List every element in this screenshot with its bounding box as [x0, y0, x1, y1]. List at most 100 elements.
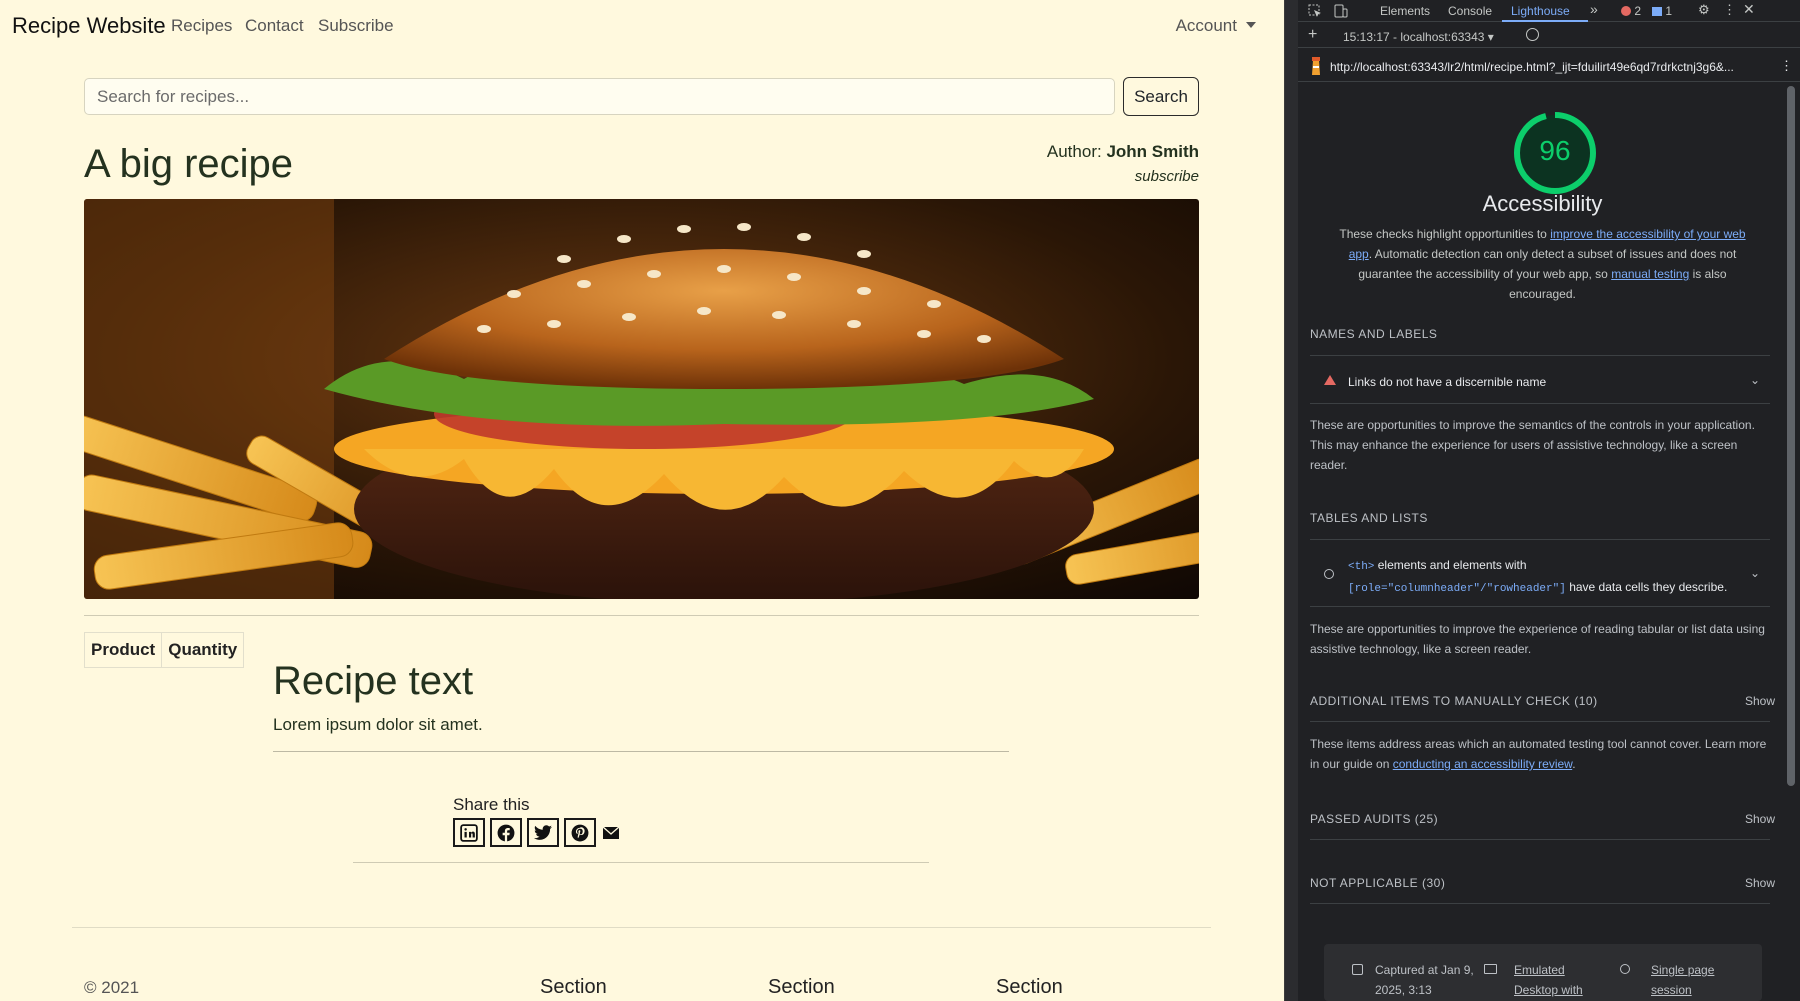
recipe-website: Recipe Website Recipes Contact Subscribe… [0, 0, 1284, 1001]
facebook-icon[interactable] [490, 818, 522, 847]
author-name: John Smith [1106, 142, 1199, 161]
more-tabs-icon[interactable]: » [1590, 1, 1598, 17]
active-tab-indicator [1502, 20, 1588, 22]
tab-console[interactable]: Console [1448, 4, 1492, 18]
session-icon [1620, 964, 1630, 974]
report-url-bar: http://localhost:63343/lr2/html/recipe.h… [1298, 50, 1800, 82]
emulated-desktop-link[interactable]: Emulated Desktop with [1514, 960, 1609, 1000]
clear-icon[interactable] [1526, 28, 1539, 41]
message-count: 1 [1665, 4, 1673, 18]
footer-section-heading: Section [996, 976, 1063, 998]
close-icon[interactable]: ✕ [1743, 1, 1755, 18]
report-url: http://localhost:63343/lr2/html/recipe.h… [1330, 60, 1734, 74]
settings-gear-icon[interactable]: ⚙ [1698, 2, 1710, 18]
divider [1310, 403, 1770, 404]
account-dropdown[interactable]: Account [1176, 16, 1256, 36]
report-footer: Captured at Jan 9, 2025, 3:13 Emulated D… [1324, 944, 1762, 1001]
divider [353, 862, 929, 863]
table-header-product: Product [83, 632, 163, 668]
group-manual-check[interactable]: ADDITIONAL ITEMS TO MANUALLY CHECK (10) [1310, 694, 1598, 708]
desc-text: These checks highlight opportunities to [1339, 227, 1547, 241]
tab-lighthouse[interactable]: Lighthouse [1511, 4, 1570, 18]
manual-testing-link[interactable]: manual testing [1611, 267, 1689, 281]
new-report-plus-icon[interactable]: + [1308, 26, 1317, 44]
screen: Recipe Website Recipes Contact Subscribe… [0, 0, 1800, 1001]
nav-recipes-link[interactable]: Recipes [171, 16, 232, 36]
pinterest-icon[interactable] [564, 818, 596, 847]
lighthouse-logo-icon [1312, 57, 1320, 75]
desktop-icon [1484, 964, 1497, 974]
tables-description: These are opportunities to improve the e… [1310, 622, 1765, 656]
subscribe-link[interactable]: subscribe [1135, 168, 1199, 185]
navbar: Recipe Website Recipes Contact Subscribe… [0, 0, 1284, 52]
linkedin-icon[interactable] [453, 818, 485, 847]
category-title: Accessibility [1482, 191, 1603, 216]
report-menu-icon[interactable]: ⋮ [1780, 58, 1793, 74]
footer-section-heading: Section [768, 976, 835, 998]
copyright: © 2021 [84, 978, 140, 997]
divider [273, 751, 1009, 752]
nav-contact-link[interactable]: Contact [245, 16, 304, 36]
ingredients-table: Product Quantity [83, 632, 245, 668]
group-names-and-labels: NAMES AND LABELS [1310, 327, 1438, 341]
report-session-label: 15:13:17 - localhost:63343 [1343, 30, 1485, 44]
lighthouse-report: 96 Accessibility These checks highlight … [1298, 83, 1787, 1001]
group-passed-audits[interactable]: PASSED AUDITS (25) [1310, 812, 1438, 826]
burger-illustration [84, 199, 1199, 599]
footer-section-heading: Section [540, 976, 607, 998]
chevron-down-icon: ⌄ [1750, 373, 1761, 387]
audit-title: elements and elements with [1377, 558, 1527, 572]
audit-title: Links do not have a discernible name [1348, 375, 1547, 389]
tab-elements[interactable]: Elements [1380, 4, 1430, 18]
group-not-applicable[interactable]: NOT APPLICABLE (30) [1310, 876, 1445, 890]
show-manual-button[interactable]: Show [1745, 694, 1775, 708]
divider [84, 615, 1199, 616]
error-badge[interactable]: 2 [1621, 4, 1641, 18]
message-badge[interactable]: 1 [1652, 4, 1672, 18]
desc-text: . [1572, 757, 1576, 771]
email-icon[interactable] [603, 826, 619, 839]
devtools-resize-handle[interactable] [1284, 0, 1298, 1001]
informative-circle-icon [1324, 569, 1334, 579]
score-value: 96 [1539, 135, 1571, 166]
brand-link[interactable]: Recipe Website [12, 13, 166, 39]
show-passed-button[interactable]: Show [1745, 812, 1775, 826]
share-label: Share this [453, 795, 530, 814]
error-icon [1621, 6, 1631, 16]
divider [1310, 839, 1770, 840]
device-toolbar-icon[interactable] [1334, 4, 1348, 18]
devtools-scrollbar[interactable] [1787, 86, 1795, 786]
recipe-text-heading: Recipe text [273, 659, 474, 703]
manual-description: These items address areas which an autom… [1310, 734, 1775, 774]
divider [1310, 606, 1770, 607]
author-label: Author: [1046, 142, 1102, 161]
calendar-icon [1352, 964, 1363, 975]
recipe-title: A big recipe [84, 142, 294, 186]
error-count: 2 [1634, 4, 1642, 18]
twitter-icon[interactable] [527, 818, 559, 847]
divider [1310, 355, 1770, 356]
account-label: Account [1175, 16, 1237, 35]
single-page-session-link[interactable]: Single page session [1651, 960, 1741, 1000]
devtools-panel: Elements Console Lighthouse » 2 1 ⚙ ⋮ ✕ … [1298, 0, 1800, 1001]
message-icon [1652, 7, 1662, 16]
footer-divider [72, 927, 1211, 928]
show-not-applicable-button[interactable]: Show [1745, 876, 1775, 890]
audit-title: have data cells they describe. [1569, 580, 1728, 594]
search-input[interactable] [84, 78, 1115, 115]
accessibility-review-link[interactable]: conducting an accessibility review [1393, 757, 1572, 771]
group-tables-and-lists: TABLES AND LISTS [1310, 511, 1428, 525]
inspect-element-icon[interactable] [1308, 4, 1322, 18]
nav-subscribe-link[interactable]: Subscribe [318, 16, 394, 36]
report-selector[interactable]: 15:13:17 - localhost:63343 ▾ [1343, 30, 1494, 44]
devtools-tabbar: Elements Console Lighthouse » 2 1 ⚙ ⋮ ✕ [1298, 0, 1800, 22]
caret-down-icon [1246, 22, 1256, 28]
fail-triangle-icon [1324, 375, 1336, 385]
divider [1310, 721, 1770, 722]
lighthouse-toolbar: + 15:13:17 - localhost:63343 ▾ [1298, 24, 1800, 48]
search-button[interactable]: Search [1123, 77, 1199, 116]
share-buttons [453, 818, 619, 847]
kebab-menu-icon[interactable]: ⋮ [1723, 2, 1736, 18]
code-snippet: <th> [1348, 561, 1375, 573]
author-line: Author: John Smith [1047, 142, 1199, 162]
